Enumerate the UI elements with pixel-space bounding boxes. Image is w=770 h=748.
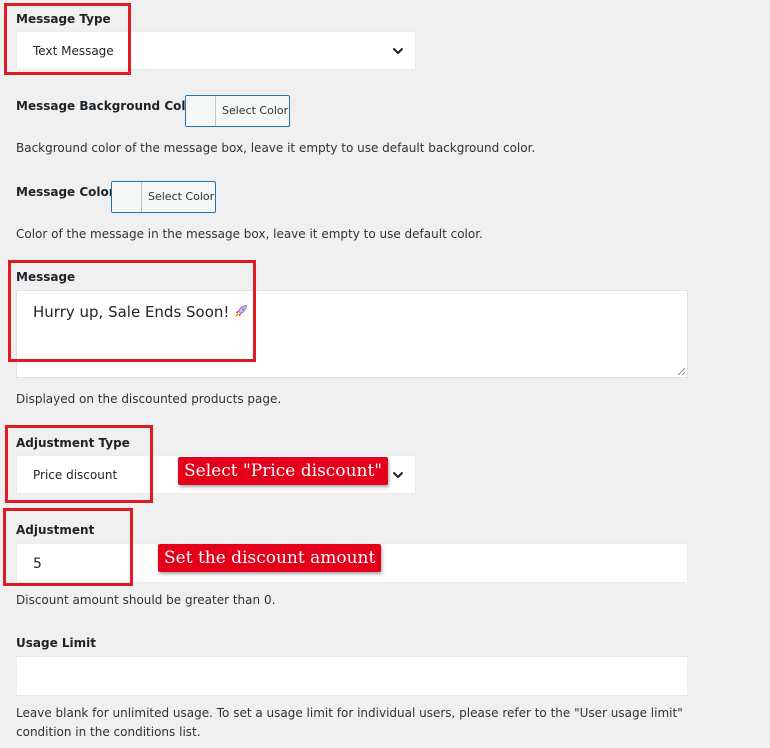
usage-limit-input[interactable] — [16, 656, 688, 696]
message-color-label: Message Color — [16, 185, 115, 199]
message-bg-color-description: Background color of the message box, lea… — [16, 141, 536, 155]
message-value: Hurry up, Sale Ends Soon! — [33, 303, 230, 321]
message-textarea[interactable]: Hurry up, Sale Ends Soon! — [16, 290, 688, 378]
chevron-down-icon — [393, 48, 403, 54]
message-bg-color-label: Message Background Color — [16, 99, 200, 113]
message-color-button[interactable]: Select Color — [111, 181, 216, 213]
message-type-label: Message Type — [16, 12, 111, 26]
message-bg-color-swatch — [186, 96, 216, 126]
message-bg-color-button[interactable]: Select Color — [185, 95, 290, 127]
usage-limit-description-line2: condition in the conditions list. — [16, 725, 201, 739]
message-description: Displayed on the discounted products pag… — [16, 392, 282, 406]
usage-limit-label: Usage Limit — [16, 636, 97, 650]
adjustment-label: Adjustment — [16, 523, 95, 537]
message-color-button-label: Select Color — [148, 190, 215, 203]
message-color-swatch — [112, 182, 142, 212]
message-value-line: Hurry up, Sale Ends Soon! — [33, 303, 249, 321]
message-bg-color-button-label: Select Color — [222, 104, 289, 117]
adjustment-callout: Set the discount amount — [158, 544, 382, 572]
usage-limit-description-line1: Leave blank for unlimited usage. To set … — [16, 706, 683, 720]
message-label: Message — [16, 270, 76, 284]
message-color-description: Color of the message in the message box,… — [16, 227, 483, 241]
message-type-selected-value: Text Message — [33, 44, 114, 58]
chevron-down-icon — [393, 472, 403, 478]
resize-handle-icon[interactable] — [677, 367, 685, 375]
message-type-select[interactable]: Text Message — [16, 31, 416, 70]
rocket-icon — [235, 305, 248, 317]
adjustment-value: 5 — [33, 556, 42, 572]
adjustment-type-callout: Select "Price discount" — [178, 457, 389, 485]
adjustment-description: Discount amount should be greater than 0… — [16, 593, 276, 607]
adjustment-type-label: Adjustment Type — [16, 436, 130, 450]
adjustment-type-selected-value: Price discount — [33, 468, 118, 482]
